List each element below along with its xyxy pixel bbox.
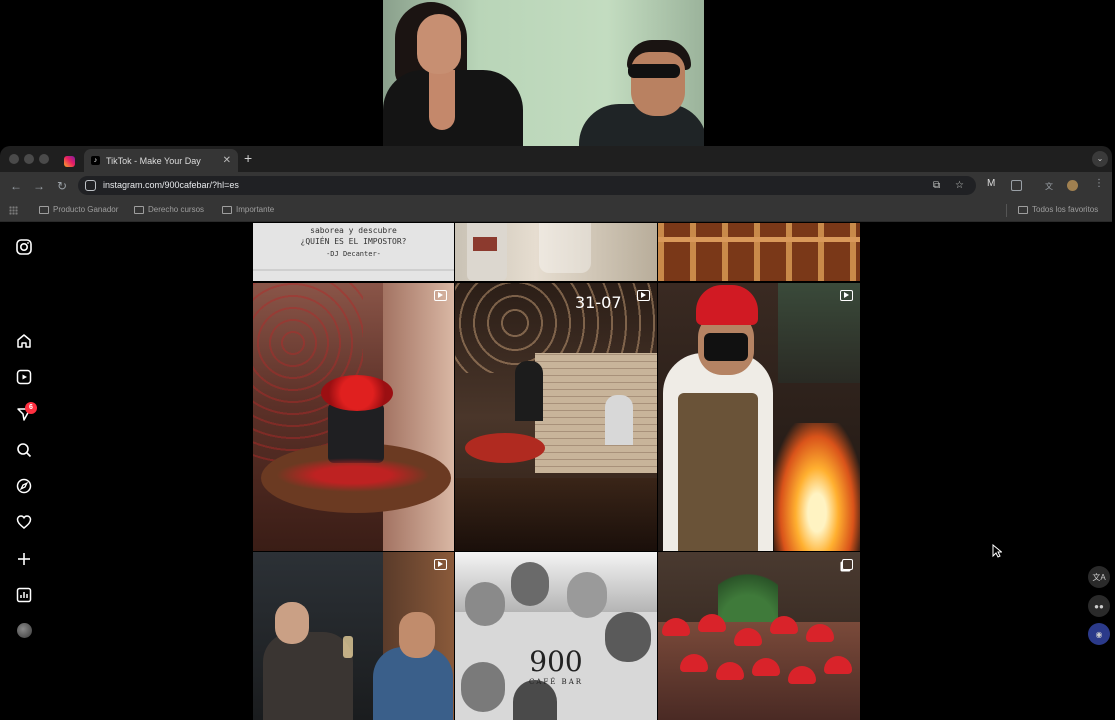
forward-button[interactable]: → <box>33 179 45 193</box>
new-tab-button[interactable]: + <box>244 150 252 166</box>
reel-icon <box>434 559 447 570</box>
more-menu-icon[interactable]: ⋮ <box>1094 178 1105 189</box>
bookmark-label: Importante <box>236 205 275 214</box>
post-wine-rack[interactable] <box>658 223 860 281</box>
browser-tab-bar: ♪ TikTok - Make Your Day ✕ + ⌄ <box>0 146 1112 172</box>
window-maximize-button[interactable] <box>39 154 49 164</box>
messages-badge: 6 <box>25 402 37 414</box>
address-bar[interactable]: instagram.com/900cafebar/?hl=es ⧉ ☆ <box>78 176 976 195</box>
video-call-overlay <box>383 0 704 146</box>
post-date-label: 31-07 <box>575 293 622 312</box>
tab-instagram[interactable] <box>55 150 83 172</box>
all-bookmarks-label: Todos los favoritos <box>1032 205 1099 214</box>
post-christmas-team[interactable] <box>658 552 860 720</box>
post-text-line: saborea y descubre <box>310 226 397 235</box>
extension-puzzle-icon[interactable] <box>1011 180 1022 191</box>
profile-avatar-icon[interactable] <box>1067 180 1078 191</box>
assistant-chip-icon[interactable]: ◉ <box>1088 623 1110 645</box>
site-info-icon[interactable] <box>85 180 96 191</box>
folder-icon <box>1018 205 1028 214</box>
tiktok-icon: ♪ <box>91 156 100 165</box>
carousel-icon <box>842 559 853 570</box>
tab-tiktok[interactable]: ♪ TikTok - Make Your Day ✕ <box>84 149 238 172</box>
post-roses[interactable] <box>253 283 454 551</box>
post-impostor-event[interactable]: saborea y descubre ¿QUIÉN ES EL IMPOSTOR… <box>253 223 454 281</box>
tab-title: TikTok - Make Your Day <box>106 155 201 166</box>
cast-icon[interactable]: ⧉ <box>933 180 940 191</box>
tab-close-icon[interactable]: ✕ <box>223 155 231 166</box>
dashboard-icon[interactable] <box>14 585 34 605</box>
browser-toolbar: ← → ↻ instagram.com/900cafebar/?hl=es ⧉ … <box>0 172 1112 199</box>
bookmark-star-icon[interactable]: ☆ <box>955 180 964 191</box>
url-text: instagram.com/900cafebar/?hl=es <box>103 180 239 190</box>
bookmark-label: Derecho cursos <box>148 205 205 214</box>
reload-button[interactable]: ↻ <box>57 179 67 193</box>
instagram-favicon-icon <box>63 155 75 167</box>
post-text-line: -DJ Decanter- <box>326 250 381 258</box>
notifications-icon[interactable] <box>14 512 34 532</box>
bookmark-producto-ganador[interactable]: Producto Ganador <box>39 205 118 214</box>
post-text-line: ¿QUIÉN ES EL IMPOSTOR? <box>300 237 407 246</box>
bookmarks-bar: Producto Ganador Derecho cursos Importan… <box>0 199 1112 222</box>
folder-icon <box>222 205 232 214</box>
reel-icon <box>434 290 447 301</box>
post-toast[interactable] <box>253 552 454 720</box>
folder-icon <box>134 205 144 214</box>
participant-woman <box>417 14 461 74</box>
home-icon[interactable] <box>14 331 34 351</box>
chevron-down-icon[interactable]: ⌄ <box>1092 151 1108 167</box>
bookmark-importante[interactable]: Importante <box>222 205 274 214</box>
back-button[interactable]: ← <box>10 179 22 193</box>
post-date-interior[interactable]: 31-07 <box>455 283 657 551</box>
reel-icon <box>840 290 853 301</box>
profile-avatar[interactable] <box>17 623 32 638</box>
translate-chip-icon[interactable]: 文A <box>1088 566 1110 588</box>
extension-m-icon[interactable]: M <box>987 178 998 189</box>
all-bookmarks[interactable]: Todos los favoritos <box>1018 205 1098 214</box>
reels-icon[interactable] <box>14 367 34 387</box>
window-minimize-button[interactable] <box>24 154 34 164</box>
explore-icon[interactable] <box>14 476 34 496</box>
create-icon[interactable] <box>14 549 34 569</box>
translate-icon[interactable]: 文 <box>1045 181 1056 192</box>
instagram-logo-icon[interactable] <box>14 237 34 257</box>
apps-grid-icon[interactable] <box>9 206 18 215</box>
bookmark-derecho-cursos[interactable]: Derecho cursos <box>134 205 204 214</box>
post-bottles[interactable] <box>455 223 657 281</box>
post-chef-fire[interactable] <box>658 283 860 551</box>
cafe-bar-logo-sub: CAFÉ BAR <box>528 678 584 686</box>
mouse-cursor-icon <box>992 544 1002 558</box>
search-icon[interactable] <box>14 440 34 460</box>
participant-man <box>631 52 685 116</box>
window-close-button[interactable] <box>9 154 19 164</box>
post-team-logo[interactable]: 900 CAFÉ BAR <box>455 552 657 720</box>
folder-icon <box>39 205 49 214</box>
reel-icon <box>637 290 650 301</box>
extension-chip-icon[interactable]: ●● <box>1088 595 1110 617</box>
cafe-bar-logo-number: 900 <box>529 645 583 678</box>
bookmark-label: Producto Ganador <box>53 205 119 214</box>
